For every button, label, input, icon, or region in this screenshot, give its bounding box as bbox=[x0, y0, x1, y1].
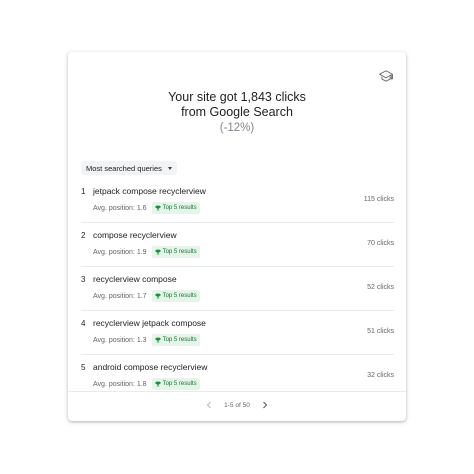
avg-position: Avg. position: 1.6 bbox=[93, 204, 147, 212]
search-performance-card: Your site got 1,843 clicks from Google S… bbox=[68, 52, 406, 421]
query-meta: Avg. position: 1.9 Top 5 results bbox=[93, 246, 200, 258]
top-results-badge: Top 5 results bbox=[151, 246, 200, 258]
top-results-badge: Top 5 results bbox=[151, 290, 200, 302]
queries-dropdown-label: Most searched queries bbox=[86, 163, 162, 173]
query-rank: 5 bbox=[81, 363, 86, 372]
query-clicks: 70 clicks bbox=[367, 240, 394, 247]
graduation-cap-icon[interactable] bbox=[379, 69, 393, 83]
top-results-badge: Top 5 results bbox=[151, 378, 200, 390]
query-clicks: 51 clicks bbox=[367, 328, 394, 335]
query-clicks: 32 clicks bbox=[367, 372, 394, 379]
trophy-icon bbox=[154, 249, 161, 255]
top-results-badge: Top 5 results bbox=[151, 334, 200, 346]
trophy-icon bbox=[154, 337, 161, 343]
query-text[interactable]: recyclerview compose bbox=[93, 274, 177, 284]
query-meta: Avg. position: 1.7 Top 5 results bbox=[93, 290, 200, 302]
caret-down-icon bbox=[167, 166, 172, 170]
query-text[interactable]: compose recyclerview bbox=[93, 230, 177, 240]
top-results-badge: Top 5 results bbox=[151, 202, 200, 214]
badge-label: Top 5 results bbox=[162, 381, 197, 387]
avg-position: Avg. position: 1.7 bbox=[93, 292, 147, 300]
queries-dropdown[interactable]: Most searched queries bbox=[81, 161, 177, 175]
badge-label: Top 5 results bbox=[162, 337, 197, 343]
footer-divider bbox=[68, 391, 406, 392]
query-text[interactable]: jetpack compose recyclerview bbox=[93, 186, 206, 196]
badge-label: Top 5 results bbox=[162, 249, 197, 255]
query-rank: 3 bbox=[81, 275, 86, 284]
query-rank: 1 bbox=[81, 187, 86, 196]
badge-label: Top 5 results bbox=[162, 293, 197, 299]
query-rank: 4 bbox=[81, 319, 86, 328]
query-row: 1 jetpack compose recyclerview Avg. posi… bbox=[81, 179, 394, 223]
headline-change: (-12%) bbox=[219, 122, 255, 134]
headline-clicks: Your site got 1,843 clicks bbox=[168, 90, 306, 104]
query-clicks: 52 clicks bbox=[367, 284, 394, 291]
pagination: 1-5 of 50 bbox=[68, 400, 406, 410]
trophy-icon bbox=[154, 205, 161, 211]
queries-list: 1 jetpack compose recyclerview Avg. posi… bbox=[81, 179, 394, 398]
chevron-right-icon[interactable] bbox=[260, 400, 270, 410]
query-meta: Avg. position: 1.3 Top 5 results bbox=[93, 334, 200, 346]
query-row: 4 recyclerview jetpack compose Avg. posi… bbox=[81, 311, 394, 355]
chevron-left-icon[interactable] bbox=[204, 400, 214, 410]
query-meta: Avg. position: 1.6 Top 5 results bbox=[93, 202, 200, 214]
query-text[interactable]: android compose recyclerview bbox=[93, 362, 207, 372]
trophy-icon bbox=[154, 381, 161, 387]
query-clicks: 115 clicks bbox=[363, 196, 394, 203]
query-meta: Avg. position: 1.8 Top 5 results bbox=[93, 378, 200, 390]
badge-label: Top 5 results bbox=[162, 205, 197, 211]
trophy-icon bbox=[154, 293, 161, 299]
query-text[interactable]: recyclerview jetpack compose bbox=[93, 318, 206, 328]
query-row: 2 compose recyclerview Avg. position: 1.… bbox=[81, 223, 394, 267]
avg-position: Avg. position: 1.3 bbox=[93, 336, 147, 344]
query-row: 3 recyclerview compose Avg. position: 1.… bbox=[81, 267, 394, 311]
query-rank: 2 bbox=[81, 231, 86, 240]
headline: Your site got 1,843 clicks from Google S… bbox=[68, 90, 406, 136]
headline-source: from Google Search bbox=[181, 105, 293, 119]
avg-position: Avg. position: 1.9 bbox=[93, 248, 147, 256]
avg-position: Avg. position: 1.8 bbox=[93, 380, 147, 388]
pagination-label: 1-5 of 50 bbox=[224, 401, 250, 409]
